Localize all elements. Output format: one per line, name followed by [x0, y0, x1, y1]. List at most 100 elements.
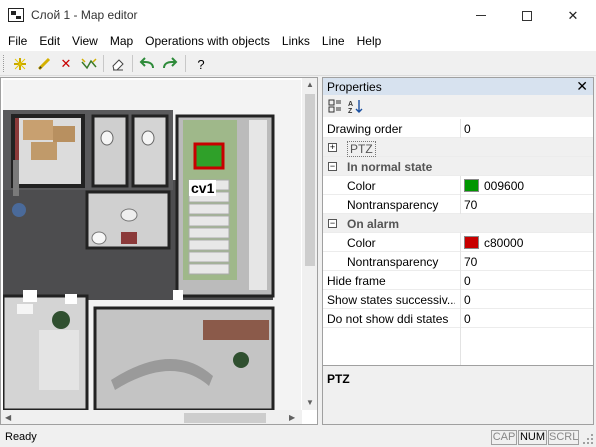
menu-bar: File Edit View Map Operations with objec…	[0, 31, 596, 51]
property-row-do-not-show-ddi-states[interactable]: Do not show ddi states 0	[323, 309, 593, 328]
add-object-button[interactable]	[10, 54, 30, 74]
property-row-hide-frame[interactable]: Hide frame 0	[323, 271, 593, 290]
column-divider	[460, 290, 461, 309]
column-divider	[460, 309, 461, 328]
column-divider	[460, 176, 461, 195]
scroll-right-icon[interactable]: ▶	[289, 413, 295, 422]
num-lock-indicator: NUM	[518, 430, 547, 445]
menu-help[interactable]: Help	[351, 31, 388, 51]
categorized-view-icon[interactable]	[328, 99, 344, 114]
property-value[interactable]: 70	[464, 255, 477, 269]
property-group-ptz[interactable]: + PTZ	[323, 138, 593, 157]
property-value[interactable]: 70	[464, 198, 477, 212]
svg-text:Z: Z	[348, 108, 353, 114]
title-bar: Слой 1 - Map editor ✕	[0, 0, 596, 31]
scroll-left-icon[interactable]: ◀	[5, 413, 11, 422]
maximize-button[interactable]	[504, 0, 550, 31]
minimize-icon	[476, 15, 486, 16]
map-horizontal-scrollbar[interactable]: ◀ ▶	[1, 410, 302, 424]
toolbar-separator	[185, 55, 186, 72]
property-row-alarm-nontransparency[interactable]: Nontransparency 70	[323, 252, 593, 271]
property-value[interactable]: 0	[464, 122, 471, 136]
property-name: Color	[347, 179, 376, 193]
toolbar-separator	[132, 55, 133, 72]
menu-line[interactable]: Line	[316, 31, 351, 51]
normal-color-swatch[interactable]	[464, 179, 479, 192]
column-divider	[460, 119, 461, 138]
property-group-on-alarm[interactable]: − On alarm	[323, 214, 593, 233]
property-value[interactable]: 009600	[484, 179, 524, 193]
vertical-scroll-thumb[interactable]	[305, 94, 315, 266]
menu-operations-with-objects[interactable]: Operations with objects	[139, 31, 276, 51]
property-name: In normal state	[347, 160, 433, 174]
undo-button[interactable]	[137, 54, 157, 74]
caps-lock-indicator: CAP	[491, 430, 517, 445]
menu-edit[interactable]: Edit	[33, 31, 66, 51]
resize-grip-icon[interactable]	[582, 433, 594, 445]
map-editor-app-icon[interactable]	[8, 8, 24, 22]
property-value[interactable]: 0	[464, 293, 471, 307]
property-value[interactable]: 0	[464, 312, 471, 326]
property-name: Show states successiv...	[327, 293, 455, 307]
minimize-button[interactable]	[458, 0, 504, 31]
map-vertical-scrollbar[interactable]: ▲ ▼	[302, 78, 317, 410]
property-name: Hide frame	[327, 274, 386, 288]
property-row-show-states-successively[interactable]: Show states successiv... 0	[323, 290, 593, 309]
menu-map[interactable]: Map	[104, 31, 139, 51]
undo-icon	[139, 57, 154, 69]
window-title: Слой 1 - Map editor	[31, 8, 138, 22]
redo-icon	[163, 57, 178, 69]
floor-plan-image	[3, 80, 301, 410]
link-points-icon	[81, 58, 97, 70]
column-divider	[460, 233, 461, 252]
draw-line-button[interactable]	[34, 54, 54, 74]
link-points-button[interactable]	[79, 54, 99, 74]
column-divider	[460, 271, 461, 290]
status-bar: Ready CAP NUM SCRL	[0, 427, 596, 447]
help-button[interactable]: ?	[191, 54, 211, 74]
property-row-normal-nontransparency[interactable]: Nontransparency 70	[323, 195, 593, 214]
property-group-in-normal-state[interactable]: − In normal state	[323, 157, 593, 176]
collapse-minus-icon[interactable]: −	[328, 219, 337, 228]
add-object-icon	[14, 58, 26, 70]
property-value[interactable]: 0	[464, 274, 471, 288]
scroll-up-icon[interactable]: ▲	[306, 80, 314, 89]
redo-button[interactable]	[160, 54, 180, 74]
alphabetical-sort-icon[interactable]: AZ	[348, 99, 364, 115]
pencil-icon	[37, 57, 51, 71]
close-window-button[interactable]: ✕	[550, 0, 596, 31]
menu-file[interactable]: File	[2, 31, 33, 51]
eraser-button[interactable]	[108, 54, 128, 74]
scroll-down-icon[interactable]: ▼	[306, 398, 314, 407]
delete-button[interactable]: ✕	[56, 54, 76, 74]
alarm-color-swatch[interactable]	[464, 236, 479, 249]
floor-plan-canvas[interactable]: cv1	[3, 80, 301, 410]
property-value[interactable]: c80000	[484, 236, 523, 250]
collapse-minus-icon[interactable]: −	[328, 162, 337, 171]
horizontal-scroll-thumb[interactable]	[184, 413, 266, 423]
toolbar-grip[interactable]	[3, 55, 6, 72]
delete-icon: ✕	[60, 56, 72, 71]
properties-panel: Properties ✕ AZ Drawing order 0 + PTZ − …	[322, 77, 594, 425]
menu-view[interactable]: View	[66, 31, 104, 51]
column-divider	[460, 195, 461, 214]
close-icon: ✕	[567, 7, 579, 23]
property-row-alarm-color[interactable]: Color c80000	[323, 233, 593, 252]
property-name: On alarm	[347, 217, 400, 231]
property-name: Nontransparency	[347, 255, 439, 269]
svg-text:A: A	[348, 101, 353, 108]
scroll-lock-indicator: SCRL	[548, 430, 579, 445]
property-row-normal-color[interactable]: Color 009600	[323, 176, 593, 195]
property-name: Do not show ddi states	[327, 312, 449, 326]
toolbar-separator	[103, 55, 104, 72]
column-divider	[460, 328, 461, 366]
property-row-drawing-order[interactable]: Drawing order 0	[323, 119, 593, 138]
eraser-icon	[112, 59, 124, 71]
map-view[interactable]: cv1 ▲ ▼ ◀ ▶	[0, 77, 318, 425]
property-name: Drawing order	[327, 122, 403, 136]
expand-plus-icon[interactable]: +	[328, 143, 337, 152]
camera-label-cv1[interactable]: cv1	[189, 180, 217, 196]
menu-links[interactable]: Links	[276, 31, 316, 51]
status-text: Ready	[5, 431, 37, 443]
properties-close-icon[interactable]: ✕	[576, 78, 588, 95]
